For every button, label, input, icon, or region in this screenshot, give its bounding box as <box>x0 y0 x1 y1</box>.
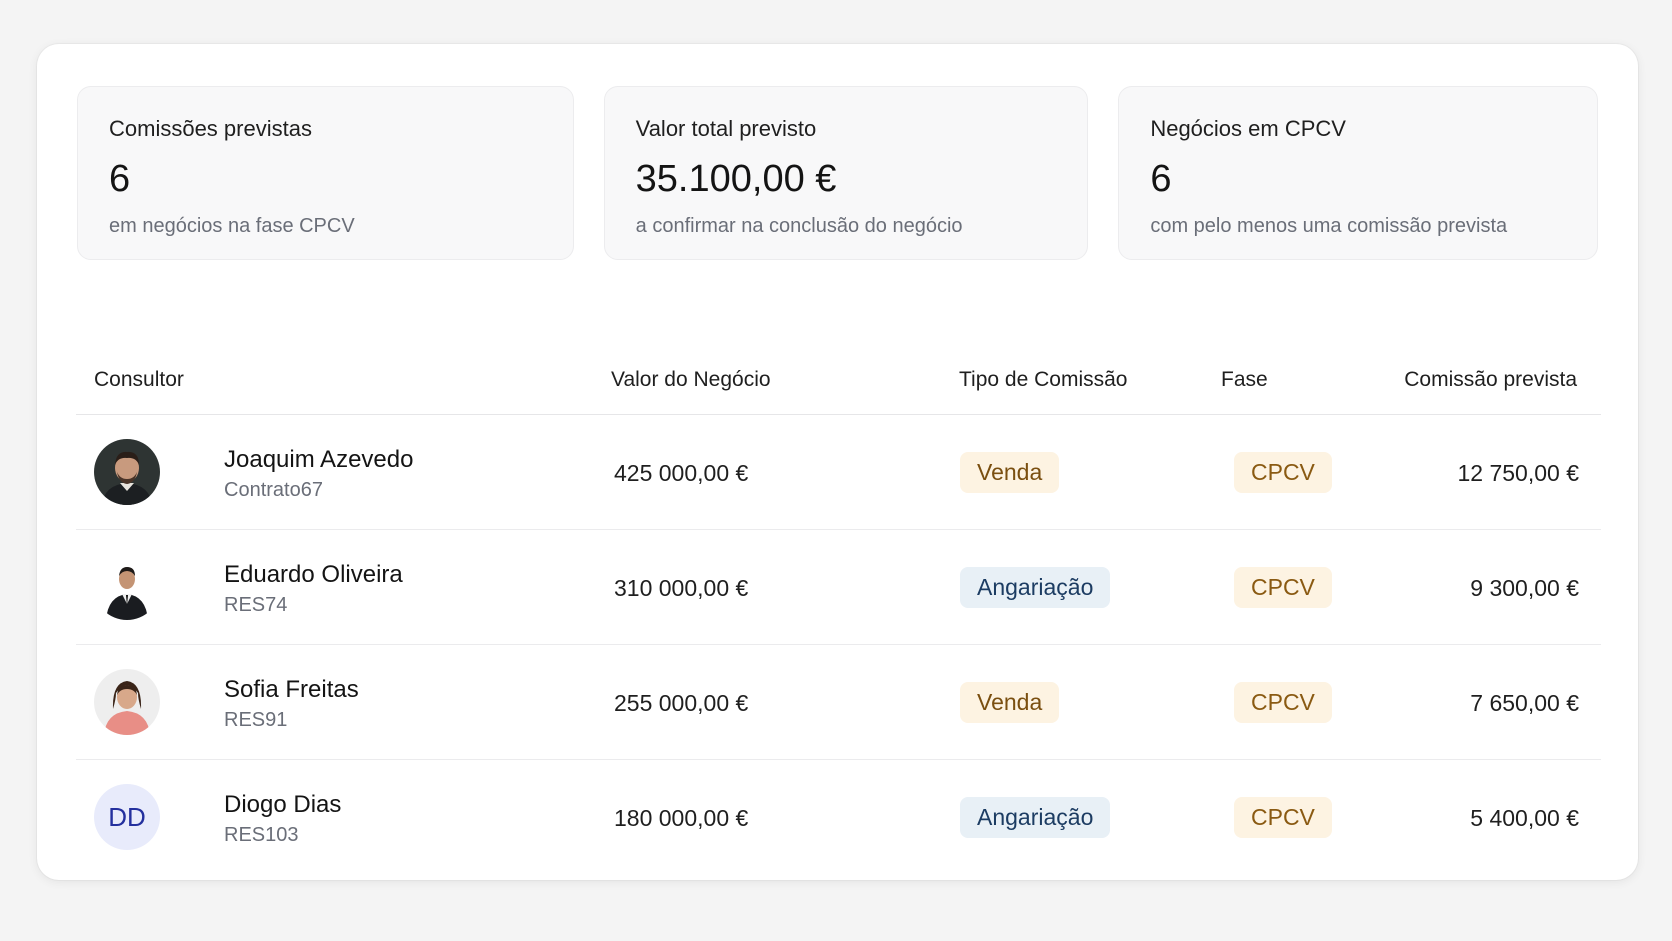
commissions-card: Comissões previstas 6 em negócios na fas… <box>37 44 1638 880</box>
expected-commission: 7 650,00 € <box>1470 690 1579 716</box>
commission-type-badge: Venda <box>960 682 1060 723</box>
avatar <box>94 669 160 735</box>
table-header: Consultor Valor do Negócio Tipo de Comis… <box>76 324 1601 415</box>
table-row[interactable]: Eduardo Oliveira RES74 310 000,00 € Anga… <box>76 530 1601 645</box>
consultant-code: RES91 <box>224 709 288 731</box>
table-row[interactable]: Sofia Freitas RES91 255 000,00 € Venda C… <box>76 645 1601 760</box>
stat-card-negocios-cpcv: Negócios em CPCV 6 com pelo menos uma co… <box>1118 86 1598 260</box>
consultant-code: RES74 <box>224 594 288 616</box>
column-header-fase[interactable]: Fase <box>1221 368 1268 392</box>
consultant-name: Diogo Dias <box>224 791 342 818</box>
commission-type-badge: Angariação <box>960 567 1111 608</box>
stat-subtitle: a confirmar na conclusão do negócio <box>635 215 963 237</box>
deal-value: 310 000,00 € <box>614 575 749 601</box>
commissions-table: Consultor Valor do Negócio Tipo de Comis… <box>76 324 1601 875</box>
stat-value: 6 <box>109 158 131 200</box>
stat-title: Valor total previsto <box>635 116 817 141</box>
commission-type-badge: Venda <box>960 452 1060 493</box>
column-header-consultor[interactable]: Consultor <box>94 368 184 392</box>
avatar-initials: DD <box>94 784 160 850</box>
stat-value: 35.100,00 € <box>635 158 837 200</box>
expected-commission: 12 750,00 € <box>1457 460 1579 486</box>
deal-value: 425 000,00 € <box>614 460 749 486</box>
consultant-name: Joaquim Azevedo <box>224 446 414 473</box>
stat-value: 6 <box>1150 158 1172 200</box>
expected-commission: 9 300,00 € <box>1470 575 1579 601</box>
person-photo-icon <box>94 439 160 505</box>
person-photo-icon <box>94 554 160 620</box>
consultant-code: RES103 <box>224 824 299 846</box>
phase-badge: CPCV <box>1234 682 1332 723</box>
avatar <box>94 439 160 505</box>
column-header-comissao[interactable]: Comissão prevista <box>1404 368 1577 392</box>
stat-card-comissoes: Comissões previstas 6 em negócios na fas… <box>77 86 574 260</box>
phase-badge: CPCV <box>1234 567 1332 608</box>
deal-value: 180 000,00 € <box>614 805 749 831</box>
deal-value: 255 000,00 € <box>614 690 749 716</box>
avatar <box>94 554 160 620</box>
stat-subtitle: com pelo menos uma comissão prevista <box>1150 215 1508 237</box>
stat-subtitle: em negócios na fase CPCV <box>109 215 355 237</box>
phase-badge: CPCV <box>1234 452 1332 493</box>
expected-commission: 5 400,00 € <box>1470 805 1579 831</box>
summary-stats: Comissões previstas 6 em negócios na fas… <box>77 86 1598 260</box>
stat-title: Comissões previstas <box>109 116 312 141</box>
table-row[interactable]: DD Diogo Dias RES103 180 000,00 € Angari… <box>76 760 1601 875</box>
column-header-tipo[interactable]: Tipo de Comissão <box>959 368 1127 392</box>
consultant-name: Eduardo Oliveira <box>224 561 403 588</box>
consultant-code: Contrato67 <box>224 479 323 501</box>
table-row[interactable]: Joaquim Azevedo Contrato67 425 000,00 € … <box>76 415 1601 530</box>
commission-type-badge: Angariação <box>960 797 1111 838</box>
consultant-name: Sofia Freitas <box>224 676 359 703</box>
stat-title: Negócios em CPCV <box>1150 116 1346 141</box>
person-photo-icon <box>94 669 160 735</box>
stat-card-valor-total: Valor total previsto 35.100,00 € a confi… <box>603 86 1089 260</box>
column-header-valor[interactable]: Valor do Negócio <box>611 368 771 392</box>
phase-badge: CPCV <box>1234 797 1332 838</box>
